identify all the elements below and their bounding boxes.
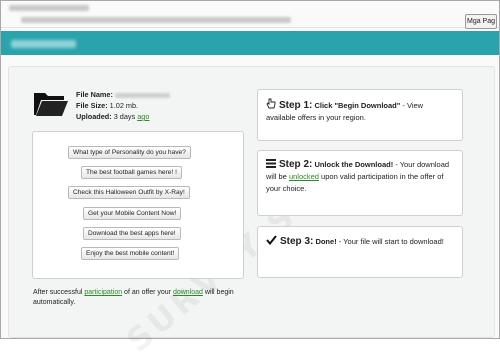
offer-button-halloween[interactable]: Check this Halloween Outfit by X-Ray! bbox=[68, 186, 190, 199]
uploaded-row: Uploaded: 3 days ago bbox=[76, 112, 150, 121]
offers-panel: What type of Personality do you have? Th… bbox=[32, 131, 244, 279]
blurred-tab-title bbox=[9, 5, 89, 11]
step-1-card: Step 1: Click "Begin Download" - View av… bbox=[257, 89, 463, 141]
file-name-row: File Name: bbox=[76, 89, 170, 100]
footer-note: After successful participation of an off… bbox=[33, 289, 234, 306]
language-button[interactable]: Mga Pag bbox=[465, 14, 497, 29]
participation-link[interactable]: participation bbox=[84, 289, 122, 296]
hand-pointer-icon bbox=[266, 98, 276, 109]
step-3-card: Step 3: Done! - Your file will start to … bbox=[257, 226, 463, 278]
step-1-title: Step 1: bbox=[279, 100, 313, 111]
offer-button-football[interactable]: The best football games here! ! bbox=[81, 166, 182, 179]
download-link[interactable]: download bbox=[173, 289, 203, 296]
offer-button-mobile-content[interactable]: Get your Mobile Content Now! bbox=[83, 207, 182, 220]
unlocked-link[interactable]: unlocked bbox=[289, 172, 319, 181]
file-info: File Name: File Size: 1.02 mb. Uploaded:… bbox=[76, 89, 170, 122]
offer-button-enjoy[interactable]: Enjoy the best mobile content! bbox=[81, 247, 180, 260]
step-2-title: Step 2: bbox=[279, 159, 313, 170]
checkmark-icon bbox=[266, 235, 277, 245]
offer-button-personality[interactable]: What type of Personality do you have? bbox=[68, 146, 191, 159]
step-3-title: Step 3: bbox=[280, 236, 314, 247]
step-2-card: Step 2: Unlock the Download! - Your down… bbox=[257, 150, 463, 216]
folder-icon bbox=[34, 93, 68, 116]
list-icon bbox=[266, 159, 276, 168]
blurred-site-logo[interactable] bbox=[11, 40, 76, 48]
blurred-file-name bbox=[114, 92, 170, 98]
uploaded-ago-link[interactable]: ago bbox=[137, 112, 149, 121]
offer-button-apps[interactable]: Download the best apps here! bbox=[83, 227, 181, 240]
browser-topbar: Mga Pag bbox=[1, 1, 499, 29]
site-header bbox=[1, 31, 499, 55]
blurred-address-bar[interactable] bbox=[21, 17, 291, 23]
file-size-row: File Size: 1.02 mb. bbox=[76, 101, 139, 110]
